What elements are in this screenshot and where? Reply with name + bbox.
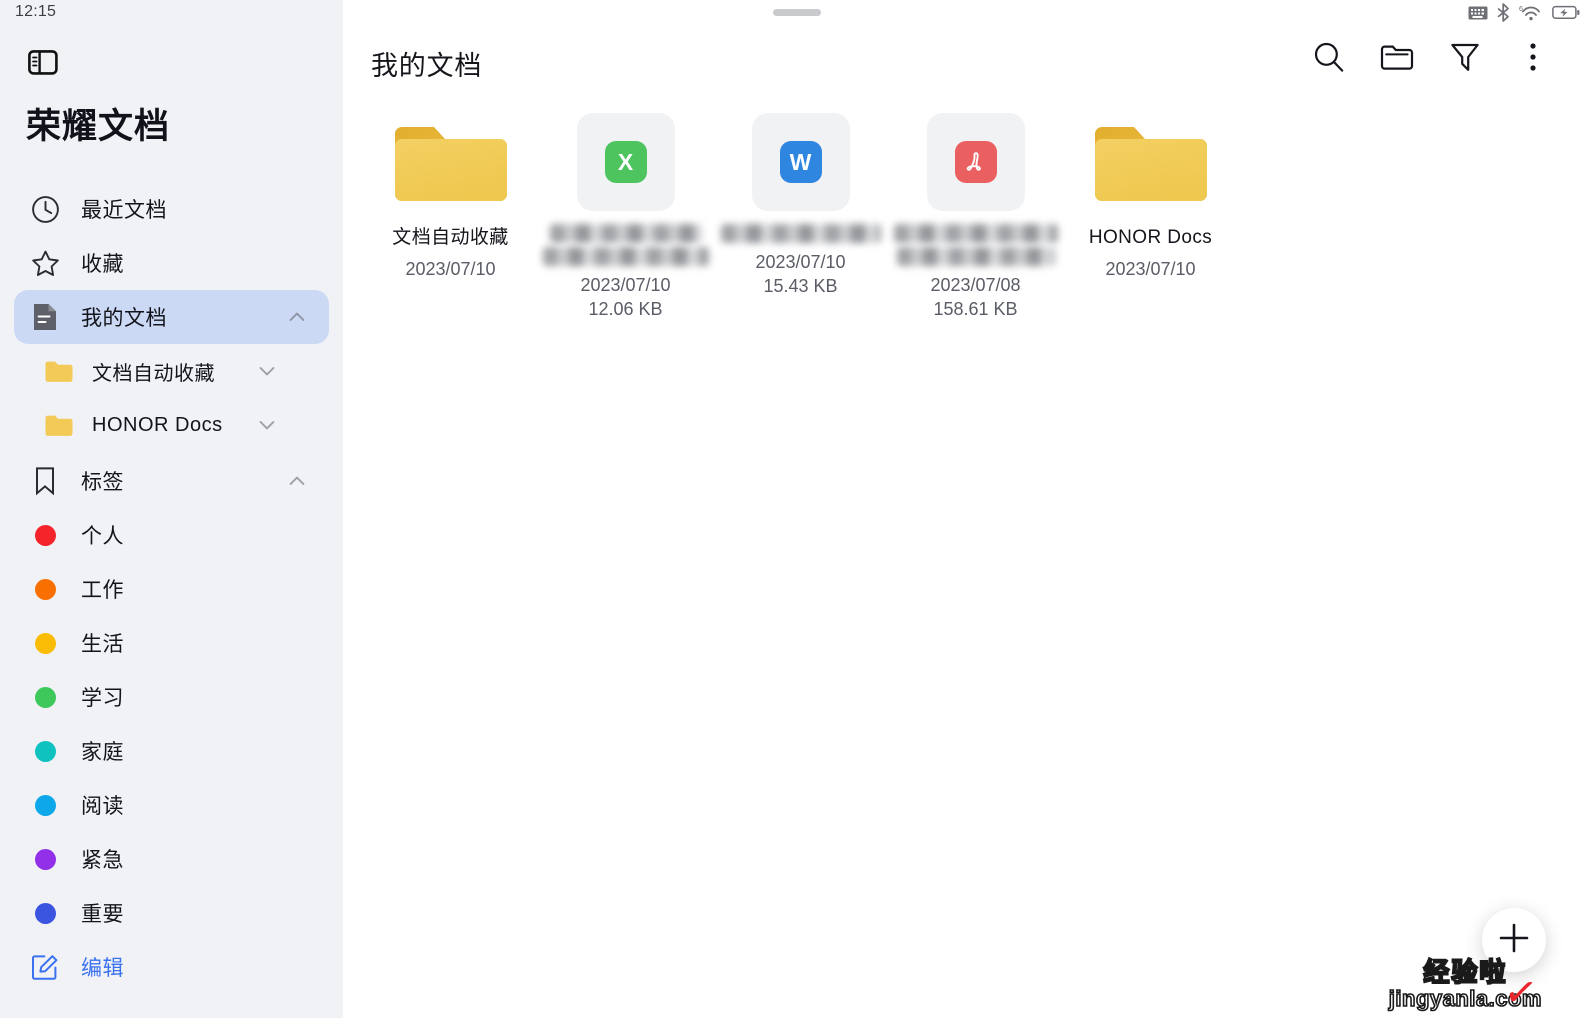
sidebar-item-label: 我的文档: [81, 307, 167, 330]
new-folder-icon[interactable]: [1376, 36, 1418, 78]
sidebar-tag-label: 紧急: [81, 849, 124, 872]
sidebar-tag-work[interactable]: 工作: [14, 562, 329, 616]
content-toolbar: [1308, 36, 1554, 78]
panel-left-icon[interactable]: [26, 45, 60, 79]
sidebar-tag-reading[interactable]: 阅读: [14, 778, 329, 832]
file-date: 2023/07/08: [930, 275, 1021, 295]
sidebar-tag-personal[interactable]: 个人: [14, 508, 329, 562]
chevron-down-icon[interactable]: [257, 415, 277, 435]
word-file-icon: W: [751, 112, 850, 212]
star-icon: [28, 246, 62, 280]
folder-icon: [1089, 112, 1213, 212]
sidebar-tag-urgent[interactable]: 紧急: [14, 832, 329, 886]
documents-app: 12:15 6 荣耀文档 最近文档 收藏 我的文档 文档自动收藏 HONOR D…: [0, 0, 1594, 1018]
tag-color-dot: [28, 734, 62, 768]
pdf-badge: [954, 141, 997, 183]
folder-icon: [44, 408, 74, 442]
tag-color-dot: [28, 788, 62, 822]
tag-color-dot: [28, 896, 62, 930]
folder-icon: [389, 112, 513, 212]
document-icon: [28, 300, 62, 334]
sidebar-tag-study[interactable]: 学习: [14, 670, 329, 724]
clock-icon: [28, 192, 62, 226]
sidebar-item-recent[interactable]: 最近文档: [14, 182, 329, 236]
page-title: 我的文档: [371, 51, 483, 81]
plus-icon: [1496, 920, 1532, 961]
content-header: 我的文档: [343, 0, 1594, 104]
main-content: 我的文档 文档自动收藏 2023/07/10 X 2023/07/10 12.0…: [343, 0, 1594, 1018]
excel-badge: X: [604, 141, 647, 183]
watermark-url: jingyanla.com: [1388, 985, 1542, 1012]
sidebar-nav: 最近文档 收藏 我的文档 文档自动收藏 HONOR Docs 标签 个人 工作 …: [0, 182, 343, 994]
file-item[interactable]: W 2023/07/10 15.43 KB: [713, 104, 888, 298]
sidebar-tag-life[interactable]: 生活: [14, 616, 329, 670]
chevron-up-icon[interactable]: [287, 307, 307, 327]
sidebar-item-label: 收藏: [81, 253, 124, 276]
sidebar-tag-label: 个人: [81, 525, 124, 548]
sidebar-item-favorites[interactable]: 收藏: [14, 236, 329, 290]
watermark-check-icon: ✓: [1501, 968, 1541, 1018]
bookmark-icon: [28, 464, 62, 498]
file-size: 12.06 KB: [588, 299, 663, 319]
pdf-file-icon: [926, 112, 1025, 212]
chevron-up-icon[interactable]: [287, 471, 307, 491]
app-title: 荣耀文档: [26, 107, 171, 146]
sidebar-edit-tags-button[interactable]: 编辑: [14, 940, 329, 994]
tag-color-dot: [28, 626, 62, 660]
sidebar-item-label: HONOR Docs: [92, 413, 223, 436]
word-badge: W: [779, 141, 822, 183]
tag-color-dot: [28, 572, 62, 606]
tag-color-dot: [28, 518, 62, 552]
file-name-redacted: [720, 224, 881, 243]
file-item[interactable]: HONOR Docs 2023/07/10: [1063, 104, 1238, 281]
sidebar-tag-label: 重要: [81, 903, 124, 926]
file-name: 文档自动收藏: [392, 227, 509, 248]
more-vertical-icon[interactable]: [1512, 36, 1554, 78]
sidebar-tag-label: 生活: [81, 633, 124, 656]
sidebar-item-label: 标签: [81, 471, 124, 494]
sidebar-item-label: 文档自动收藏: [92, 362, 215, 385]
filter-icon[interactable]: [1444, 36, 1486, 78]
file-size: 158.61 KB: [933, 299, 1018, 319]
tag-color-dot: [28, 842, 62, 876]
file-grid: 文档自动收藏 2023/07/10 X 2023/07/10 12.06 KB: [363, 104, 1594, 321]
file-item[interactable]: 文档自动收藏 2023/07/10: [363, 104, 538, 281]
file-date: 2023/07/10: [405, 259, 496, 279]
file-size: 15.43 KB: [763, 276, 838, 296]
sidebar-item-label: 最近文档: [81, 199, 167, 222]
tag-color-dot: [28, 680, 62, 714]
sidebar-edit-label: 编辑: [81, 957, 124, 980]
sidebar-tag-label: 家庭: [81, 741, 124, 764]
file-date: 2023/07/10: [580, 275, 671, 295]
add-button[interactable]: [1482, 908, 1546, 972]
folder-icon: [44, 354, 74, 388]
edit-square-icon: [28, 950, 62, 984]
file-date: 2023/07/10: [755, 252, 846, 272]
acrobat-glyph: [966, 152, 981, 171]
file-item[interactable]: 2023/07/08 158.61 KB: [888, 104, 1063, 321]
chevron-down-icon[interactable]: [257, 361, 277, 381]
sidebar-tag-label: 阅读: [81, 795, 124, 818]
file-name-redacted: [542, 224, 709, 266]
sidebar-item-auto-collect-folder[interactable]: 文档自动收藏: [30, 344, 329, 398]
file-date: 2023/07/10: [1105, 259, 1196, 279]
sidebar-tag-label: 学习: [81, 687, 124, 710]
sidebar-tag-label: 工作: [81, 579, 124, 602]
file-name-redacted: [893, 224, 1058, 266]
sidebar-item-honor-docs-folder[interactable]: HONOR Docs: [30, 398, 329, 452]
file-name: HONOR Docs: [1088, 227, 1213, 248]
file-item[interactable]: X 2023/07/10 12.06 KB: [538, 104, 713, 321]
sidebar-tag-important[interactable]: 重要: [14, 886, 329, 940]
search-icon[interactable]: [1308, 36, 1350, 78]
sidebar-item-my-documents[interactable]: 我的文档: [14, 290, 329, 344]
sidebar-tag-family[interactable]: 家庭: [14, 724, 329, 778]
sidebar-section-tags[interactable]: 标签: [14, 454, 329, 508]
excel-file-icon: X: [576, 112, 675, 212]
sidebar: 荣耀文档 最近文档 收藏 我的文档 文档自动收藏 HONOR Docs 标签 个…: [0, 0, 343, 1018]
